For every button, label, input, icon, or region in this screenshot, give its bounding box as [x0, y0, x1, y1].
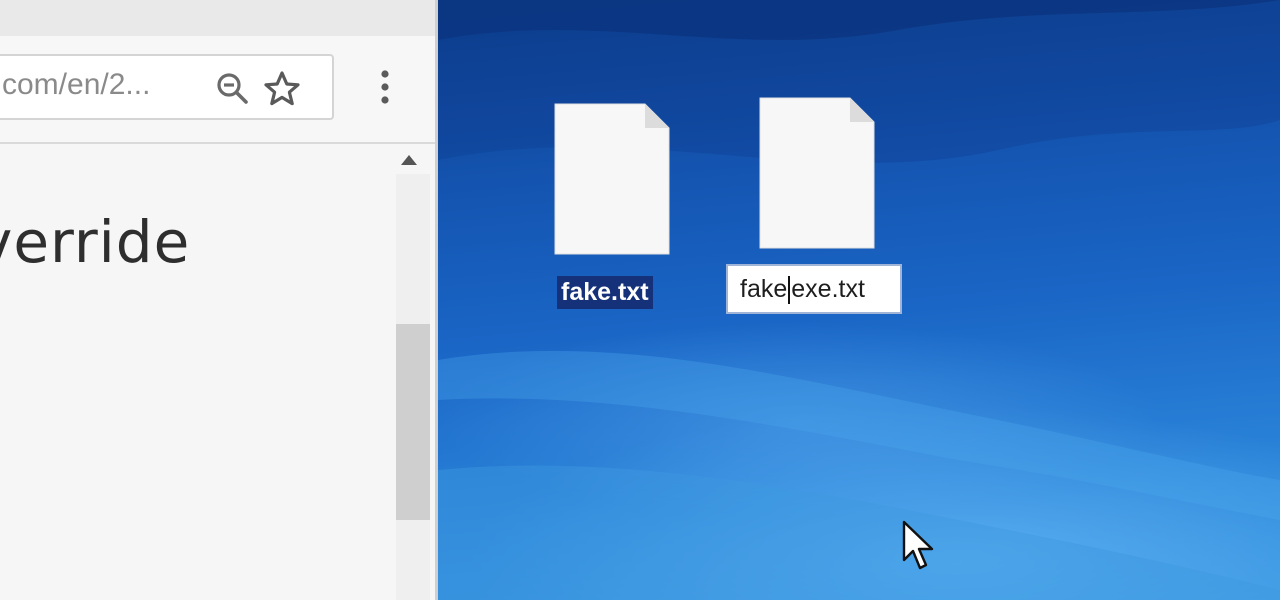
scroll-up-arrow-icon[interactable]: [400, 152, 418, 166]
bookmark-star-icon[interactable]: [262, 69, 302, 109]
desktop-file-renaming[interactable]: fake exe.txt: [718, 94, 908, 324]
text-caret: [788, 276, 791, 305]
arrow-cursor-icon: [902, 520, 938, 574]
zoom-out-icon[interactable]: [214, 70, 252, 108]
tab-strip: [0, 0, 435, 37]
file-name-label[interactable]: fake.txt: [557, 276, 653, 309]
document-file-icon[interactable]: [553, 100, 671, 260]
desktop[interactable]: fake.txt fake exe.txt: [438, 0, 1280, 600]
rename-text-after-caret: exe.txt: [791, 275, 865, 303]
page-content: verride: [0, 144, 435, 600]
url-text[interactable]: com/en/2...: [2, 68, 150, 102]
scrollbar-thumb[interactable]: [396, 324, 430, 520]
screen: com/en/2... erride fake.txt fake exe.txt: [0, 0, 1280, 600]
rename-input[interactable]: fake exe.txt: [726, 264, 902, 314]
browser-toolbar: com/en/2...: [0, 36, 435, 144]
menu-dots-icon[interactable]: [372, 68, 398, 108]
document-file-icon[interactable]: [758, 94, 876, 254]
rename-text-before-caret: fake: [740, 275, 788, 303]
page-heading: verride: [0, 208, 191, 276]
address-bar[interactable]: com/en/2...: [0, 54, 334, 120]
desktop-file-fake-txt[interactable]: fake.txt: [513, 100, 703, 330]
browser-window: com/en/2... erride: [0, 0, 438, 600]
